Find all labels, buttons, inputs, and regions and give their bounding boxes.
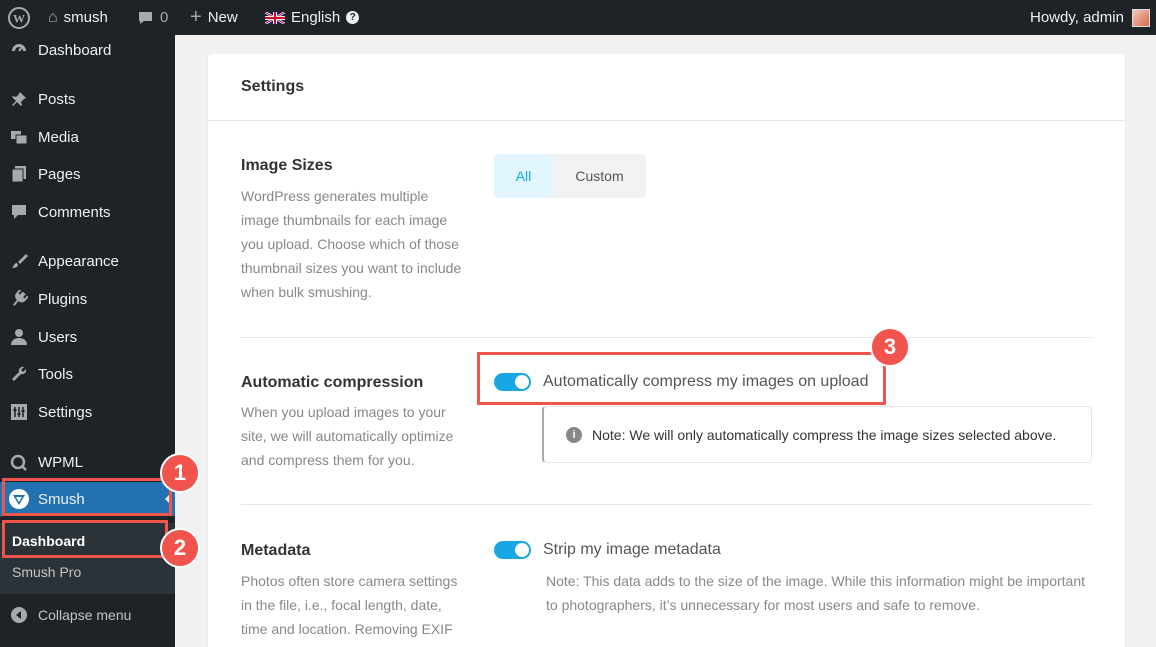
image-sizes-custom-button[interactable]: Custom <box>553 154 646 198</box>
brush-icon <box>8 252 30 270</box>
sidebar-item-posts[interactable]: Posts <box>0 82 175 116</box>
callout-badge-2: 2 <box>160 528 200 568</box>
metadata-note: Note: This data adds to the size of the … <box>546 573 1086 613</box>
sidebar-item-label: Tools <box>38 365 74 383</box>
strip-metadata-label: Strip my image metadata <box>543 541 721 558</box>
collapse-menu-button[interactable]: Collapse menu <box>0 600 131 630</box>
sidebar-item-appearance[interactable]: Appearance <box>0 244 175 278</box>
language-switcher[interactable]: English ? <box>265 0 360 35</box>
comments-link[interactable]: 0 <box>137 0 168 35</box>
settings-icon <box>8 403 30 421</box>
callout-box-auto-compress <box>477 352 886 405</box>
new-label: New <box>207 9 238 26</box>
callout-box-smush <box>2 478 172 516</box>
plus-icon: + <box>190 6 202 28</box>
collapse-label: Collapse menu <box>38 607 132 623</box>
toggle-knob <box>515 543 529 557</box>
plugin-icon <box>8 290 30 308</box>
sidebar-item-label: Plugins <box>38 290 88 308</box>
comment-icon <box>8 203 30 221</box>
collapse-icon <box>8 606 30 624</box>
sidebar-item-label: Users <box>38 328 78 346</box>
auto-compress-notice: i Note: We will only automatically compr… <box>542 406 1092 463</box>
sidebar-item-label: WPML <box>38 453 83 471</box>
sidebar-item-label: Pages <box>38 165 81 183</box>
auto-compression-title: Automatic compression <box>241 374 424 391</box>
strip-metadata-setting: Strip my image metadata <box>494 541 721 559</box>
image-sizes-selector: All Custom <box>494 154 646 198</box>
sidebar-item-label: Media <box>38 128 79 146</box>
sidebar-item-label: Appearance <box>38 252 119 270</box>
sidebar-item-label: Settings <box>38 403 93 421</box>
sidebar-item-wpml[interactable]: WPML <box>0 445 175 479</box>
callout-badge-3: 3 <box>870 327 910 367</box>
account-menu[interactable]: Howdy, admin <box>1030 0 1150 35</box>
settings-card: Settings Image Sizes WordPress generates… <box>208 54 1125 647</box>
user-icon <box>8 328 30 346</box>
home-icon: ⌂ <box>48 8 58 26</box>
howdy-text: Howdy, admin <box>1030 9 1124 26</box>
site-name-link[interactable]: ⌂ smush <box>48 0 108 35</box>
pin-icon <box>8 90 30 108</box>
sidebar-item-media[interactable]: Media <box>0 120 175 154</box>
callout-box-dashboard <box>2 520 168 558</box>
section-divider <box>241 504 1092 505</box>
admin-bar: W ⌂ smush 0 + New English ? Howdy, admin <box>0 0 1156 35</box>
sidebar-item-dashboard[interactable]: Dashboard <box>0 33 175 67</box>
sidebar-item-label: Dashboard <box>38 41 112 59</box>
submenu-item-smush-pro[interactable]: Smush Pro <box>12 564 81 580</box>
sidebar-item-pages[interactable]: Pages <box>0 157 175 191</box>
sidebar-item-label: Comments <box>38 203 111 221</box>
card-title: Settings <box>208 54 1125 121</box>
image-sizes-description: WordPress generates multiple image thumb… <box>241 188 462 300</box>
sidebar-item-comments[interactable]: Comments <box>0 195 175 229</box>
callout-badge-1: 1 <box>160 453 200 493</box>
dashboard-icon <box>8 41 30 59</box>
media-icon <box>8 128 30 146</box>
metadata-title: Metadata <box>241 542 311 559</box>
wordpress-icon: W <box>8 6 30 29</box>
avatar <box>1131 8 1150 27</box>
sidebar-item-settings[interactable]: Settings <box>0 395 175 429</box>
wp-logo-button[interactable]: W <box>8 0 30 35</box>
comments-count: 0 <box>160 9 169 26</box>
sidebar-item-label: Posts <box>38 90 76 108</box>
svg-text:W: W <box>13 11 25 25</box>
image-sizes-all-button[interactable]: All <box>494 154 553 198</box>
pages-icon <box>8 165 30 183</box>
wrench-icon <box>8 365 30 383</box>
new-content-link[interactable]: + New <box>190 0 238 35</box>
uk-flag-icon <box>265 11 285 24</box>
info-icon: i <box>566 426 582 443</box>
image-sizes-title: Image Sizes <box>241 157 333 174</box>
language-label: English <box>291 9 341 26</box>
comment-icon <box>139 11 152 24</box>
sidebar-item-tools[interactable]: Tools <box>0 357 175 391</box>
help-icon: ? <box>346 11 360 24</box>
notice-text: Note: We will only automatically compres… <box>592 426 1057 443</box>
sidebar-item-plugins[interactable]: Plugins <box>0 282 175 316</box>
site-name: smush <box>63 9 108 26</box>
auto-compression-description: When you upload images to your site, we … <box>241 404 454 468</box>
metadata-description: Photos often store camera settings in th… <box>241 573 458 637</box>
sidebar-item-users[interactable]: Users <box>0 320 175 354</box>
wpml-icon <box>8 453 30 471</box>
section-divider <box>241 337 1092 338</box>
strip-metadata-toggle[interactable] <box>494 541 531 559</box>
